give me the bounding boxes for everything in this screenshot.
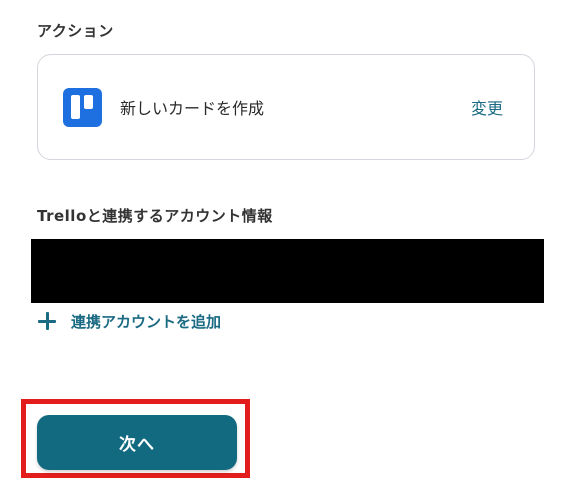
plus-icon [38,312,56,330]
trello-icon [63,88,102,127]
action-name: 新しいカードを作成 [120,99,265,118]
add-account-button[interactable]: 連携アカウントを追加 [38,310,221,332]
redacted-account-info [31,239,544,303]
action-card: 新しいカードを作成 変更 [37,54,535,160]
account-section-title: Trelloと連携するアカウント情報 [37,207,273,225]
page: アクション 新しいカードを作成 変更 Trelloと連携するアカウント情報 連携… [0,0,583,483]
next-button[interactable]: 次へ [37,415,237,470]
change-action-link[interactable]: 変更 [471,95,503,119]
action-section-title: アクション [37,22,114,40]
add-account-label: 連携アカウントを追加 [71,312,222,331]
